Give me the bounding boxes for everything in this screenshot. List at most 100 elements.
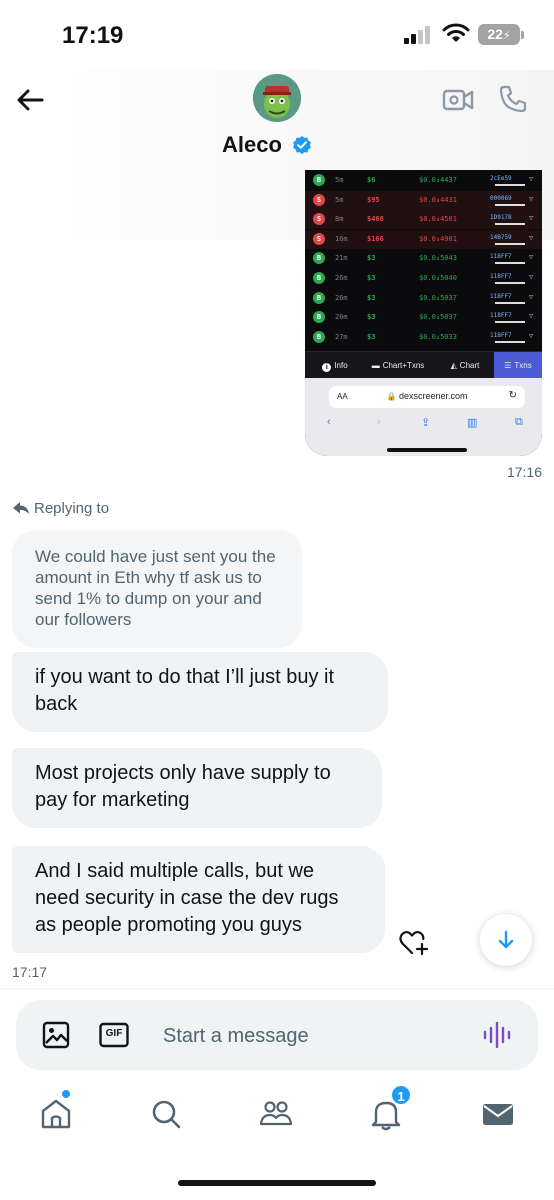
tx-price: $0.0₄5033 bbox=[419, 332, 457, 341]
tx-filter-icon: ▽ bbox=[529, 292, 534, 301]
tx-price: $0.0₄4901 bbox=[419, 234, 457, 243]
tx-type-badge: S bbox=[313, 193, 325, 206]
gif-label: GIF bbox=[105, 1028, 123, 1039]
tx-filter-icon: ▽ bbox=[529, 312, 534, 321]
phone-icon[interactable] bbox=[498, 84, 528, 114]
nav-search[interactable] bbox=[148, 1096, 184, 1132]
dex-tab-bar: i Info ▬ Chart+Txns ◭ Chart ☰ Txns bbox=[305, 351, 542, 379]
tx-maker: 2cEe59 bbox=[490, 175, 512, 182]
wifi-icon bbox=[442, 23, 470, 42]
transaction-row: S 8m $468 $0.0₄4501 1D9178 ▽ bbox=[305, 210, 542, 230]
reload-icon: ↻ bbox=[508, 390, 517, 401]
tx-maker-bar bbox=[495, 282, 525, 284]
tx-usd: $3 bbox=[367, 293, 376, 302]
heart-plus-icon[interactable] bbox=[398, 928, 430, 958]
voice-icon[interactable] bbox=[482, 1020, 512, 1050]
tx-price: $0.0₄5040 bbox=[419, 274, 457, 282]
tab-chart-txns: ▬ Chart+Txns bbox=[371, 361, 425, 370]
tx-age: 26m bbox=[335, 274, 348, 282]
tx-age: 8m bbox=[335, 215, 344, 224]
notification-badge: 1 bbox=[390, 1084, 412, 1106]
home-unread-dot bbox=[62, 1090, 70, 1098]
tx-maker-bar bbox=[495, 242, 525, 245]
message-composer: GIF bbox=[16, 1000, 538, 1070]
tx-usd: $3 bbox=[367, 332, 376, 341]
message-bubble[interactable]: if you want to do that I’ll just buy it … bbox=[12, 652, 388, 732]
tx-price: $0.0₄4501 bbox=[419, 215, 457, 224]
arrow-down-icon bbox=[498, 930, 514, 949]
transaction-row: S 16m $166 $0.0₄4901 14B759 ▽ bbox=[305, 229, 542, 249]
transaction-row: B 26m $3 $0.0₄5037 118FF7 ▽ bbox=[305, 308, 542, 327]
tx-filter-icon: ▽ bbox=[529, 194, 534, 203]
message-bubble[interactable]: And I said multiple calls, but we need s… bbox=[12, 846, 385, 953]
mail-icon bbox=[483, 1104, 513, 1125]
tx-age: 16m bbox=[335, 234, 348, 243]
tx-maker-bar bbox=[495, 203, 525, 206]
tabs-icon: ⧉ bbox=[515, 416, 523, 428]
tx-maker: 1D9178 bbox=[490, 214, 512, 222]
image-timestamp: 17:16 bbox=[506, 464, 542, 480]
video-call-icon[interactable] bbox=[442, 86, 474, 114]
tx-price: $0.0₄5037 bbox=[419, 293, 457, 302]
gif-icon[interactable]: GIF bbox=[99, 1022, 129, 1048]
tx-type-badge: B bbox=[313, 174, 325, 186]
transaction-row: S 5m $95 $0.0₄4431 000069 ▽ bbox=[305, 190, 542, 210]
battery-cap bbox=[521, 31, 524, 39]
battery-level: 22 bbox=[487, 26, 503, 42]
replying-to-label: Replying to bbox=[12, 500, 109, 517]
tx-type-badge: B bbox=[313, 330, 325, 343]
nav-notifications[interactable]: 1 bbox=[368, 1084, 412, 1132]
tx-age: 5m bbox=[335, 195, 344, 204]
transaction-row: B 5m $6 $0.0₄4437 2cEe59 ▽ bbox=[305, 171, 542, 190]
tx-maker-bar bbox=[495, 262, 525, 265]
tx-usd: $166 bbox=[367, 234, 384, 243]
bottom-navigation: 1 bbox=[0, 1082, 554, 1150]
scroll-to-bottom-button[interactable] bbox=[480, 914, 532, 966]
message-bubble[interactable]: Most projects only have supply to pay fo… bbox=[12, 748, 382, 828]
nav-communities[interactable] bbox=[258, 1096, 294, 1132]
composer-divider bbox=[0, 988, 554, 989]
browser-forward-icon: › bbox=[377, 416, 381, 428]
image-icon[interactable] bbox=[42, 1021, 70, 1049]
tx-usd: $3 bbox=[367, 274, 376, 282]
contact-name[interactable]: Aleco bbox=[0, 132, 554, 158]
shared-image[interactable]: B 5m $6 $0.0₄4437 2cEe59 ▽ S 5m $95 $0.0₄4431 0000… bbox=[305, 170, 542, 456]
avatar[interactable] bbox=[253, 74, 301, 122]
tx-age: 26m bbox=[335, 293, 348, 302]
search-icon bbox=[152, 1100, 181, 1129]
avatar-image bbox=[253, 74, 301, 122]
reply-arrow-icon bbox=[13, 502, 29, 514]
tx-maker: 118FF7 bbox=[490, 253, 512, 261]
browser-back-icon: ‹ bbox=[327, 416, 331, 428]
tx-maker: 000069 bbox=[490, 194, 512, 202]
tx-age: 5m bbox=[335, 176, 344, 184]
screenshot-home-indicator bbox=[387, 448, 467, 452]
tx-maker: 118FF7 bbox=[490, 312, 512, 320]
tx-usd: $3 bbox=[367, 313, 376, 322]
tx-filter-icon: ▽ bbox=[529, 331, 534, 340]
transaction-row: B 26m $3 $0.0₄5037 118FF7 ▽ bbox=[305, 289, 542, 308]
tx-filter-icon: ▽ bbox=[529, 233, 534, 242]
conversation-header: Aleco bbox=[0, 70, 554, 240]
browser-chrome: AA 🔒 dexscreener.com ↻ ‹ › ⇪ ▥ ⧉ bbox=[305, 378, 542, 456]
tx-type-badge: S bbox=[313, 232, 325, 245]
tx-maker-bar bbox=[495, 184, 525, 186]
battery-indicator: 22⚡ bbox=[478, 24, 520, 45]
tx-maker: 118FF7 bbox=[490, 292, 512, 300]
url-text: 🔒 dexscreener.com bbox=[386, 391, 468, 401]
tx-usd: $6 bbox=[367, 176, 376, 184]
verified-badge-icon bbox=[293, 135, 311, 155]
home-icon bbox=[41, 1099, 71, 1129]
tx-maker-bar bbox=[495, 340, 525, 343]
tx-type-badge: S bbox=[313, 213, 325, 226]
tx-age: 21m bbox=[335, 254, 348, 263]
tx-filter-icon: ▽ bbox=[529, 214, 534, 223]
transaction-row: B 21m $3 $0.0₄5043 118FF7 ▽ bbox=[305, 249, 542, 268]
contact-name-text: Aleco bbox=[221, 132, 282, 157]
quoted-message[interactable]: We could have just sent you the amount i… bbox=[12, 530, 302, 648]
nav-home[interactable] bbox=[38, 1090, 74, 1132]
tx-type-badge: B bbox=[313, 272, 325, 284]
back-arrow-icon[interactable] bbox=[14, 84, 46, 116]
message-input[interactable] bbox=[163, 1022, 463, 1050]
nav-messages[interactable] bbox=[480, 1096, 516, 1132]
